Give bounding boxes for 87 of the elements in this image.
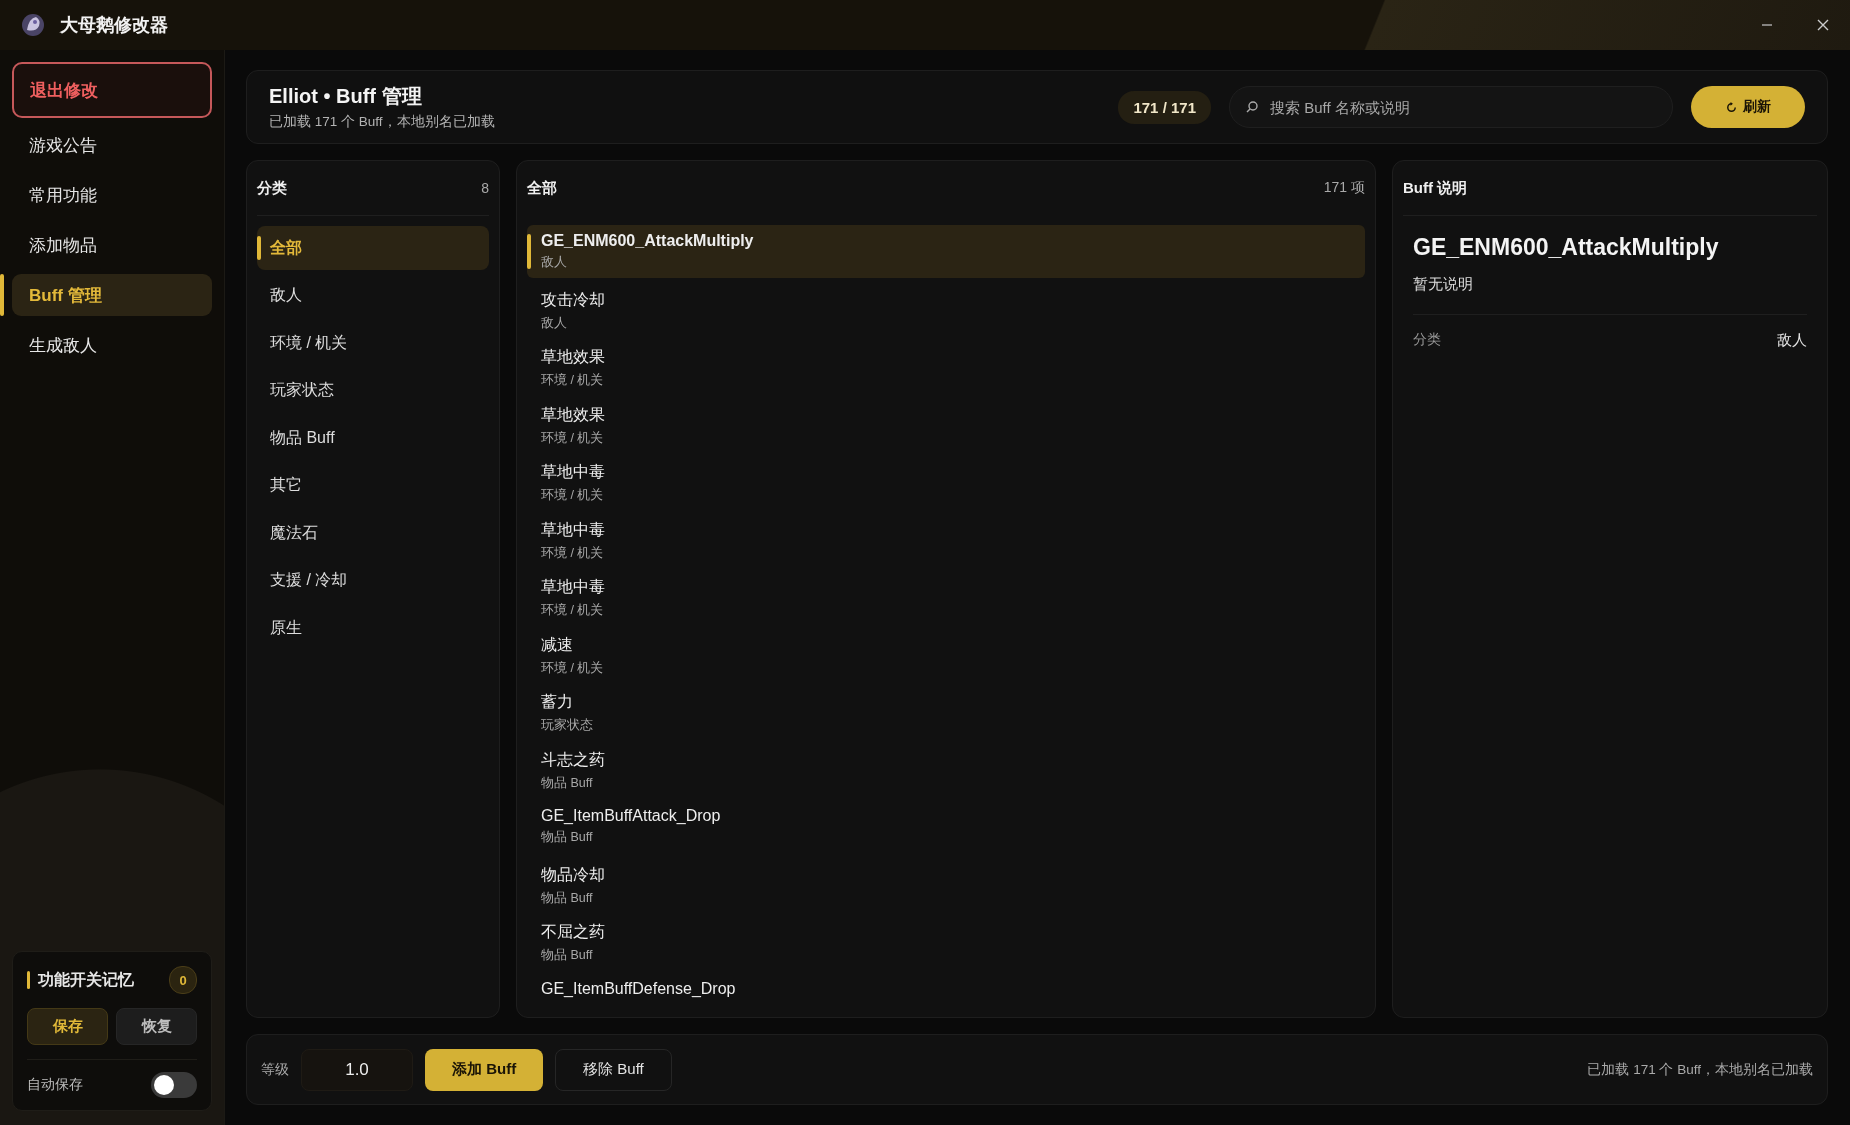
buff-row[interactable]: 草地中毒 环境 / 机关	[527, 512, 1365, 566]
category-item[interactable]: 其它	[257, 463, 489, 508]
field-label: 分类	[1413, 331, 1441, 349]
buff-name: 草地中毒	[541, 577, 606, 597]
buff-row[interactable]: GE_ItemBuffAttack_Drop 物品 Buff	[527, 800, 1365, 853]
count-badge: 171 / 171	[1118, 90, 1211, 124]
category-item[interactable]: 全部	[257, 226, 489, 270]
sidebar-item[interactable]: 生成敌人	[12, 324, 212, 366]
sidebar-item[interactable]: 游戏公告	[12, 124, 212, 166]
category-item[interactable]: 物品 Buff	[257, 416, 489, 460]
search-icon	[1245, 100, 1259, 114]
buff-category: 物品 Buff	[541, 947, 594, 964]
buff-name: 斗志之药	[541, 749, 606, 770]
exit-button[interactable]: 退出修改	[12, 62, 212, 118]
category-item[interactable]: 原生	[257, 606, 489, 650]
panel-title: Buff 说明	[1403, 178, 1468, 198]
buff-name: 攻击冷却	[541, 289, 606, 310]
buff-row[interactable]: 减速 环境 / 机关	[527, 627, 1365, 681]
app-title: 大母鹅修改器	[60, 14, 168, 37]
remove-buff-button[interactable]: 移除 Buff	[555, 1048, 672, 1091]
category-item[interactable]: 魔法石	[257, 511, 489, 555]
buff-name: GE_ItemBuffDefense_Drop	[541, 979, 737, 998]
item-count: 171 项	[1323, 179, 1365, 197]
level-field[interactable]: 1.0	[301, 1048, 413, 1091]
buff-category: 敌人	[541, 314, 568, 332]
buff-name: 减速	[541, 634, 574, 655]
add-buff-button[interactable]: 添加 Buff	[425, 1048, 544, 1091]
search-field[interactable]: 搜索 Buff 名称或说明	[1229, 86, 1673, 128]
buff-category: 环境 / 机关	[541, 659, 605, 677]
sidebar-item[interactable]: 添加物品	[12, 224, 212, 266]
level-label: 等级	[261, 1060, 289, 1079]
buff-name: 不屈之药	[541, 922, 606, 942]
category-count: 8	[481, 180, 489, 196]
buff-name: 草地中毒	[541, 519, 606, 540]
buff-row[interactable]: 草地中毒 环境 / 机关	[527, 570, 1365, 623]
buff-row[interactable]: 草地中毒 环境 / 机关	[527, 455, 1365, 508]
buff-category: 玩家状态	[541, 717, 594, 734]
buff-name: GE_ENM600_AttackMultiply	[541, 232, 755, 250]
field-value: 敌人	[1777, 331, 1807, 350]
buff-category: 环境 / 机关	[541, 487, 605, 504]
buff-row[interactable]: GE_ENM600_AttackMultiply 敌人	[527, 225, 1365, 278]
category-item[interactable]: 环境 / 机关	[257, 321, 489, 365]
buff-description: 暂无说明	[1413, 275, 1807, 315]
buff-row[interactable]: 草地效果 环境 / 机关	[527, 397, 1365, 451]
auto-save-label: 自动保存	[27, 1076, 83, 1094]
save-button[interactable]: 保存	[27, 1008, 108, 1045]
count-badge: 0	[169, 966, 197, 994]
buff-row[interactable]: 蓄力 玩家状态	[527, 685, 1365, 738]
panel-title: 分类	[257, 178, 287, 198]
buff-row[interactable]: 物品冷却 物品 Buff	[527, 857, 1365, 911]
buff-title: GE_ENM600_AttackMultiply	[1413, 234, 1720, 261]
buff-category: 环境 / 机关	[541, 372, 605, 389]
refresh-button[interactable]: 刷新	[1691, 86, 1805, 128]
buff-category: 环境 / 机关	[541, 544, 605, 562]
category-item[interactable]: 支援 / 冷却	[257, 558, 489, 603]
buff-category: 物品 Buff	[541, 889, 594, 907]
logo-icon	[20, 12, 46, 38]
category-item[interactable]: 玩家状态	[257, 368, 489, 413]
buff-name: GE_ItemBuffAttack_Drop	[541, 807, 722, 825]
restore-button[interactable]: 恢复	[116, 1008, 197, 1045]
buff-category: 物品 Buff	[541, 774, 594, 792]
buff-name: 草地效果	[541, 347, 606, 367]
buff-row[interactable]: 斗志之药 物品 Buff	[527, 742, 1365, 796]
buff-name: 蓄力	[541, 692, 574, 712]
buff-row[interactable]: GE_ItemBuffDefense_Drop	[527, 972, 1365, 1017]
buff-name: 草地效果	[541, 404, 606, 425]
buff-row[interactable]: 攻击冷却 敌人	[527, 282, 1365, 336]
category-item[interactable]: 敌人	[257, 273, 489, 318]
buff-name: 物品冷却	[541, 864, 606, 885]
page-title: Elliot • Buff 管理	[269, 84, 423, 109]
sidebar-item[interactable]: Buff 管理	[12, 274, 212, 316]
buff-category: 敌人	[541, 254, 568, 271]
refresh-icon	[1725, 100, 1738, 114]
close-icon[interactable]	[1816, 18, 1830, 32]
buff-category: 环境 / 机关	[541, 602, 605, 619]
page-subtitle: 已加载 171 个 Buff，本地别名已加载	[269, 113, 495, 131]
memory-title: 功能开关记忆	[38, 969, 134, 990]
auto-save-toggle[interactable]	[151, 1072, 197, 1098]
buff-category: 环境 / 机关	[541, 429, 605, 447]
active-indicator	[0, 274, 4, 316]
buff-row[interactable]: 草地效果 环境 / 机关	[527, 340, 1365, 393]
sidebar-item[interactable]: 常用功能	[12, 174, 212, 216]
status-text: 已加载 171 个 Buff，本地别名已加载	[1587, 1060, 1813, 1079]
buff-category: 物品 Buff	[541, 829, 594, 846]
panel-title: 全部	[527, 178, 557, 198]
buff-row[interactable]: 不屈之药 物品 Buff	[527, 915, 1365, 968]
buff-name: 草地中毒	[541, 462, 606, 482]
